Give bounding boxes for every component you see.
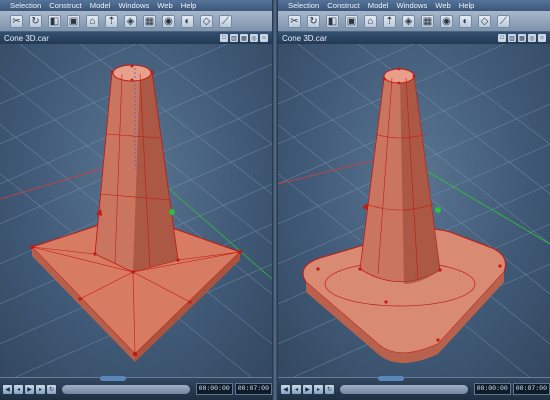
camera-icon[interactable]: ◎ (528, 34, 536, 42)
current-time-field[interactable]: 00:00:00 (473, 383, 511, 395)
rewind-icon[interactable]: ◀ (281, 384, 290, 394)
menu-bar: Selection Construct Model Windows Web He… (0, 0, 272, 11)
menu-bar: Selection Construct Model Windows Web He… (278, 0, 550, 11)
shade-icon[interactable]: ◐ (181, 14, 194, 28)
loop-icon[interactable]: ↻ (325, 384, 334, 394)
maximize-icon[interactable]: □ (220, 34, 228, 42)
select-icon[interactable]: ▣ (67, 14, 80, 28)
weld-icon[interactable]: ◈ (402, 14, 415, 28)
menu-help[interactable]: Help (459, 0, 475, 11)
document-title: Cone 3D.car (4, 33, 49, 43)
view-icon[interactable]: ◉ (162, 14, 175, 28)
menu-construct[interactable]: Construct (49, 0, 82, 11)
extrude-icon[interactable]: ⌂ (86, 14, 99, 28)
push-icon[interactable]: ⇡ (105, 14, 118, 28)
fast-forward-icon[interactable]: ▸ (314, 384, 323, 394)
maximize-icon[interactable]: □ (498, 34, 506, 42)
end-time-field[interactable]: 00:07:00 (234, 383, 272, 395)
knife-icon[interactable]: ⟋ (219, 14, 232, 28)
left-pane: Selection Construct Model Windows Web He… (0, 0, 272, 400)
display-icon[interactable]: ▦ (518, 34, 526, 42)
scissors-icon[interactable]: ✂ (10, 14, 23, 28)
timeline-bar: ◀ ◂ ▶ ▸ ↻ 00:00:00 00:07:00 (0, 375, 272, 400)
menu-selection[interactable]: Selection (288, 0, 319, 11)
knife-icon[interactable]: ⟋ (497, 14, 510, 28)
loop-icon[interactable]: ↻ (307, 14, 320, 28)
push-icon[interactable]: ⇡ (383, 14, 396, 28)
3d-viewport[interactable] (0, 44, 272, 377)
wire-icon[interactable]: ◇ (200, 14, 213, 28)
right-pane: Selection Construct Model Windows Web He… (278, 0, 550, 400)
viewport-titlebar: Cone 3D.car □ ▥ ▦ ◎ ☼ (278, 32, 550, 44)
weld-icon[interactable]: ◈ (124, 14, 137, 28)
scissors-icon[interactable]: ✂ (288, 14, 301, 28)
wire-icon[interactable]: ◇ (478, 14, 491, 28)
timeline-bar: ◀ ◂ ▶ ▸ ↻ 00:00:00 00:07:00 (278, 375, 550, 400)
play-icon[interactable]: ▶ (303, 384, 312, 394)
extrude-icon[interactable]: ⌂ (364, 14, 377, 28)
viewport-titlebar: Cone 3D.car □ ▥ ▦ ◎ ☼ (0, 32, 272, 44)
light-icon[interactable]: ☼ (260, 34, 268, 42)
menu-web[interactable]: Web (435, 0, 450, 11)
smooth-cone-render (278, 44, 550, 377)
loop-icon[interactable]: ↻ (29, 14, 42, 28)
menu-construct[interactable]: Construct (327, 0, 360, 11)
grid-icon[interactable]: ▦ (143, 14, 156, 28)
timeline-thumb[interactable] (100, 375, 127, 381)
toolbar: ✂ ↻ ◧ ▣ ⌂ ⇡ ◈ ▦ ◉ ◐ ◇ ⟋ (0, 11, 272, 32)
face-icon[interactable]: ◧ (48, 14, 61, 28)
shade-icon[interactable]: ◐ (459, 14, 472, 28)
face-icon[interactable]: ◧ (326, 14, 339, 28)
timeline-slider[interactable] (340, 375, 468, 394)
camera-icon[interactable]: ◎ (250, 34, 258, 42)
3d-viewport[interactable] (278, 44, 550, 377)
layout-icon[interactable]: ▥ (508, 34, 516, 42)
menu-web[interactable]: Web (157, 0, 172, 11)
menu-windows[interactable]: Windows (396, 0, 427, 11)
loop-icon[interactable]: ↻ (47, 384, 56, 394)
view-icon[interactable]: ◉ (440, 14, 453, 28)
fast-forward-icon[interactable]: ▸ (36, 384, 45, 394)
menu-windows[interactable]: Windows (118, 0, 149, 11)
timeline-thumb[interactable] (378, 375, 405, 381)
document-title: Cone 3D.car (282, 33, 327, 43)
current-time-field[interactable]: 00:00:00 (195, 383, 233, 395)
step-back-icon[interactable]: ◂ (14, 384, 23, 394)
menu-help[interactable]: Help (181, 0, 197, 11)
step-back-icon[interactable]: ◂ (292, 384, 301, 394)
light-icon[interactable]: ☼ (538, 34, 546, 42)
select-icon[interactable]: ▣ (345, 14, 358, 28)
end-time-field[interactable]: 00:07:00 (512, 383, 550, 395)
layout-icon[interactable]: ▥ (230, 34, 238, 42)
toolbar: ✂ ↻ ◧ ▣ ⌂ ⇡ ◈ ▦ ◉ ◐ ◇ ⟋ (278, 11, 550, 32)
display-icon[interactable]: ▦ (240, 34, 248, 42)
grid-icon[interactable]: ▦ (421, 14, 434, 28)
menu-model[interactable]: Model (368, 0, 389, 11)
rewind-icon[interactable]: ◀ (3, 384, 12, 394)
timeline-slider[interactable] (62, 375, 190, 394)
menu-model[interactable]: Model (90, 0, 111, 11)
menu-selection[interactable]: Selection (10, 0, 41, 11)
play-icon[interactable]: ▶ (25, 384, 34, 394)
sharp-cone-render (0, 44, 272, 377)
